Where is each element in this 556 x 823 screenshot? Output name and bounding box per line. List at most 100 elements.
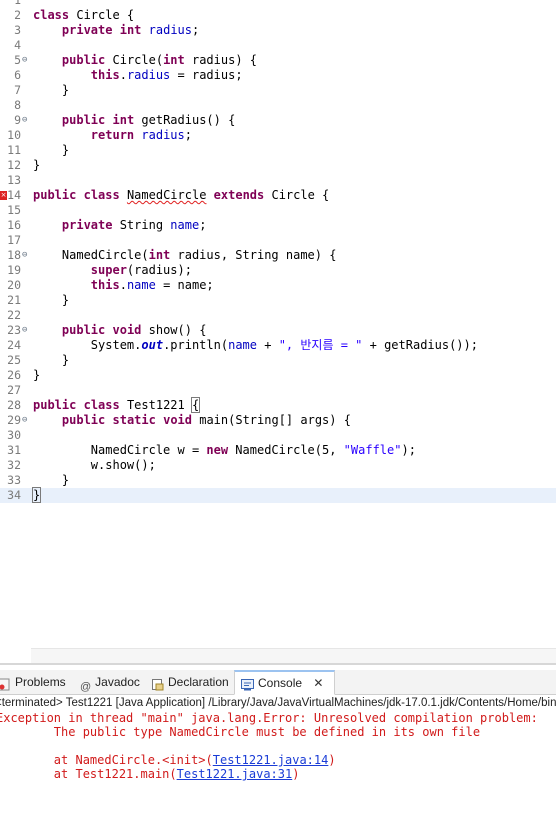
line-number: 15 [7, 203, 21, 217]
line-number: 29 [7, 413, 21, 427]
fold-toggle-icon[interactable]: ⊖ [22, 113, 30, 128]
fold-toggle-icon[interactable]: ⊖ [22, 413, 30, 428]
code-line[interactable]: 4 [0, 38, 556, 53]
close-icon[interactable]: ✕ [313, 676, 323, 690]
code-text: } [33, 293, 70, 307]
code-text: public class Test1221 { [33, 397, 201, 413]
line-number: 27 [7, 383, 21, 397]
code-text: public Circle(int radius) { [61, 53, 257, 67]
panel-divider[interactable] [0, 663, 556, 665]
error-marker-icon[interactable]: × [0, 191, 7, 200]
line-number: 11 [7, 143, 21, 157]
code-line[interactable]: 24 System.out.println(name + ", 반지름 = " … [0, 338, 556, 353]
code-line[interactable]: 21 } [0, 293, 556, 308]
code-line[interactable]: 13 [0, 173, 556, 188]
code-text: } [33, 83, 70, 97]
line-number: 31 [7, 443, 21, 457]
stack-frame-link[interactable]: Test1221.java:31 [177, 767, 293, 781]
tab-problems[interactable]: Problems [0, 670, 66, 694]
code-text: private String name; [61, 218, 207, 232]
code-line[interactable]: 26} [0, 368, 556, 383]
tab-declaration-label: Declaration [168, 675, 229, 689]
bottom-panel-tabs: Problems @ Javadoc Declaration Console ✕ [0, 670, 556, 695]
code-line[interactable]: 9 ⊖ public int getRadius() { [0, 113, 556, 128]
stack-frame-link[interactable]: Test1221.java:14 [213, 753, 329, 767]
code-text: NamedCircle(int radius, String name) { [33, 248, 337, 262]
line-number: 12 [7, 158, 21, 172]
terminated-status: <terminated> Test1221 [Java Application]… [0, 697, 556, 709]
line-number: 6 [14, 68, 21, 82]
code-line[interactable]: 20 this.name = name; [0, 278, 556, 293]
code-line[interactable]: 19 super(radius); [0, 263, 556, 278]
line-number: 23 [7, 323, 21, 337]
code-line[interactable]: 28 public class Test1221 { [0, 397, 556, 413]
code-line[interactable]: 34} [0, 487, 556, 503]
line-number: 10 [7, 128, 21, 142]
code-line[interactable]: 8 [0, 98, 556, 113]
tab-console-label: Console [258, 676, 303, 690]
declaration-icon [151, 675, 164, 691]
code-text: public void show() { [61, 323, 207, 337]
line-number: 19 [7, 263, 21, 277]
code-text: public class NamedCircle extends Circle … [33, 188, 330, 202]
editor-horizontal-scrollbar[interactable] [31, 648, 556, 663]
stack-frame-suffix: ) [292, 767, 300, 781]
line-number: 34 [7, 488, 21, 502]
line-number: 2 [14, 8, 21, 22]
console-error-line: Exception in thread "main" java.lang.Err… [0, 711, 546, 725]
code-line[interactable]: 18 ⊖ NamedCircle(int radius, String name)… [0, 248, 556, 263]
code-text: this.radius = radius; [90, 68, 243, 82]
code-line[interactable]: 1 [0, 0, 556, 8]
fold-toggle-icon[interactable]: ⊖ [22, 248, 30, 263]
code-text: } [33, 473, 70, 487]
code-line[interactable]: 3 private int radius; [0, 23, 556, 38]
code-line[interactable]: 12} [0, 158, 556, 173]
stack-frame-text: at Test1221.main( [0, 767, 177, 781]
code-line[interactable]: 11 } [0, 143, 556, 158]
line-number: 18 [7, 248, 21, 262]
code-line[interactable]: 27 [0, 383, 556, 398]
code-text: private int radius; [61, 23, 200, 37]
code-line[interactable]: 31 NamedCircle w = new NamedCircle(5, "W… [0, 443, 556, 458]
code-line[interactable]: 14 × public class NamedCircle extends Circ… [0, 188, 556, 203]
code-text: System.out.println(name + ", 반지름 = " + g… [33, 338, 478, 352]
line-number: 20 [7, 278, 21, 292]
code-line[interactable]: 10 return radius; [0, 128, 556, 143]
code-line[interactable]: 6 this.radius = radius; [0, 68, 556, 83]
code-text: public int getRadius() { [61, 113, 236, 127]
fold-toggle-icon[interactable]: ⊖ [22, 323, 30, 338]
console-error-message: The public type NamedCircle must be defi… [0, 725, 481, 739]
code-line[interactable]: 23 ⊖ public void show() { [0, 323, 556, 338]
code-line[interactable]: 25 } [0, 353, 556, 368]
code-line[interactable]: 16 private String name; [0, 218, 556, 233]
code-line[interactable]: 2 class Circle { [0, 8, 556, 23]
code-line[interactable]: 32 w.show(); [0, 458, 556, 473]
code-line[interactable]: 17 [0, 233, 556, 248]
line-number: 33 [7, 473, 21, 487]
console-stack-frame: at Test1221.main(Test1221.java:31) [0, 767, 300, 781]
code-line[interactable]: 33 } [0, 473, 556, 488]
code-line[interactable]: 30 [0, 428, 556, 443]
line-number: 7 [14, 83, 21, 97]
code-text: this.name = name; [90, 278, 214, 292]
code-text: class Circle { [33, 8, 135, 22]
code-line[interactable]: 5 ⊖ public Circle(int radius) { [0, 53, 556, 68]
code-text: NamedCircle w = new NamedCircle(5, "Waff… [33, 443, 416, 457]
tab-declaration[interactable]: Declaration [151, 670, 229, 694]
tab-javadoc[interactable]: @ Javadoc [80, 670, 140, 694]
code-editor[interactable]: 1 2 class Circle {3 private int radius; 4 5 ⊖… [0, 0, 556, 648]
code-line[interactable]: 29 ⊖ public static void main(String[] arg… [0, 413, 556, 428]
code-line[interactable]: 7 } [0, 83, 556, 98]
code-text: } [31, 487, 42, 503]
code-line[interactable]: 15 [0, 203, 556, 218]
stack-frame-suffix: ) [328, 753, 336, 767]
line-number: 8 [14, 98, 21, 112]
console-output[interactable]: <terminated> Test1221 [Java Application]… [0, 695, 556, 823]
code-line[interactable]: 22 [0, 308, 556, 323]
line-number: 16 [7, 218, 21, 232]
code-text: } [33, 353, 70, 367]
fold-toggle-icon[interactable]: ⊖ [22, 53, 30, 68]
line-number: 13 [7, 173, 21, 187]
line-number: 28 [7, 398, 21, 412]
tab-console[interactable]: Console ✕ [234, 670, 335, 695]
